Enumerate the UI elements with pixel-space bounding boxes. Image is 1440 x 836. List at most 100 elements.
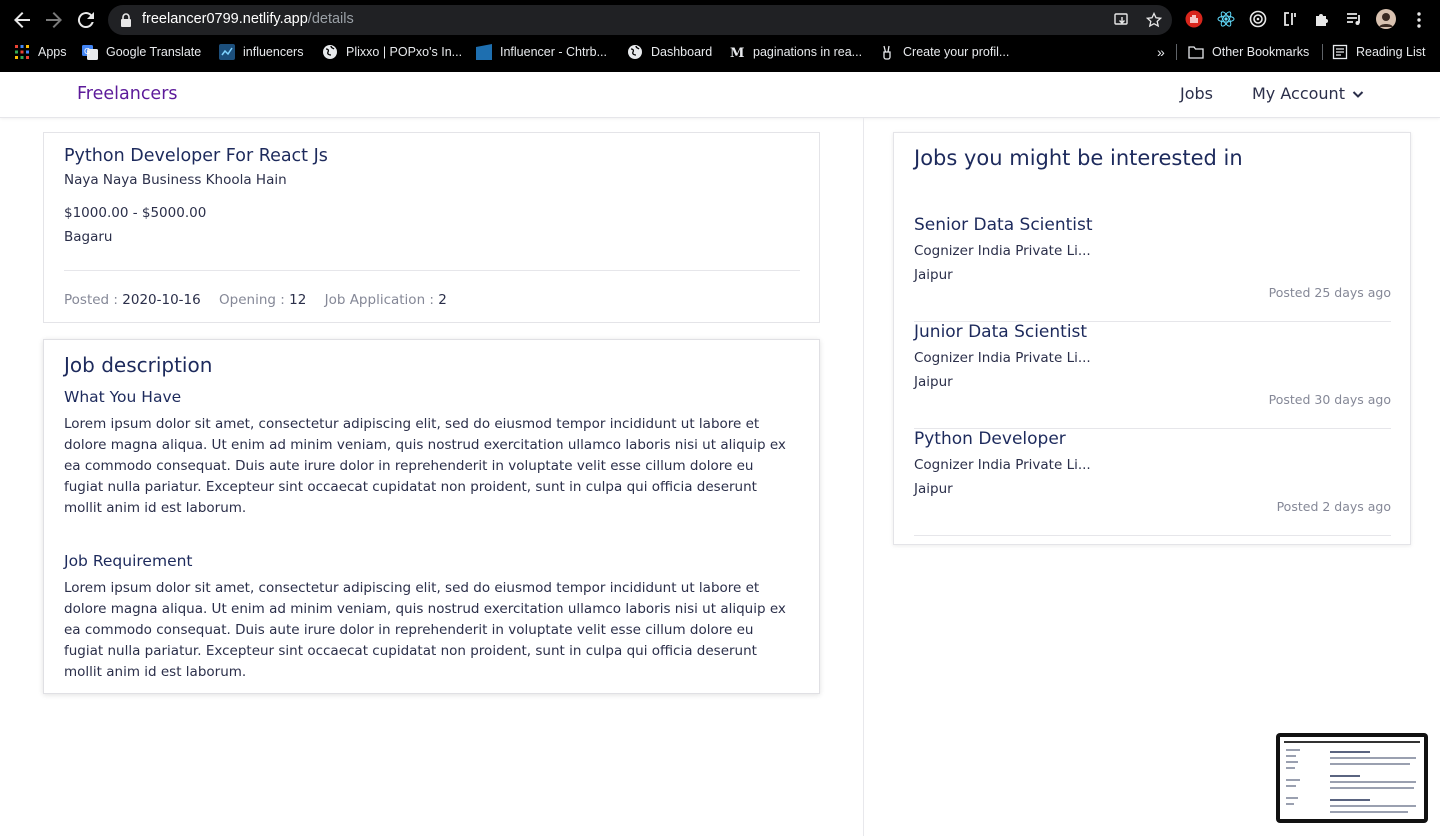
job-requirement-text: Lorem ipsum dolor sit amet, consectetur …: [64, 580, 786, 680]
recommended-job-location: Jaipur: [914, 481, 953, 497]
recommended-job-location: Jaipur: [914, 374, 953, 390]
recommended-job-company: Cognizer India Private Li...: [914, 243, 1091, 259]
bookmark-label: paginations in rea...: [753, 45, 863, 59]
recommended-job-company: Cognizer India Private Li...: [914, 457, 1091, 473]
job-meta: Posted : 2020-10-16 Opening : 12 Job App…: [64, 292, 447, 308]
extensions-puzzle-icon[interactable]: [1313, 10, 1331, 28]
target-extension-icon[interactable]: [1249, 10, 1267, 28]
bookmarks-overflow-button[interactable]: »: [1157, 43, 1165, 61]
react-devtools-icon[interactable]: [1217, 10, 1235, 28]
css-extension-icon[interactable]: [1281, 10, 1299, 28]
bookmark-paginations[interactable]: M paginations in rea...: [729, 43, 862, 61]
nav-jobs-link[interactable]: Jobs: [1180, 84, 1213, 103]
apps-grid-icon: [15, 45, 29, 59]
application-label: Job Application :: [324, 292, 434, 308]
bookmark-label: Apps: [38, 45, 67, 59]
app-navbar: Freelancers Jobs My Account: [0, 72, 1440, 118]
job-summary-card: Python Developer For React Js Naya Naya …: [43, 132, 820, 323]
other-bookmarks-folder[interactable]: Other Bookmarks: [1188, 43, 1309, 61]
column-divider: [863, 118, 864, 836]
job-title: Python Developer For React Js: [64, 146, 328, 166]
recommended-job-title[interactable]: Python Developer: [914, 429, 1066, 449]
url-path: /details: [307, 11, 354, 27]
bookmark-dashboard[interactable]: Dashboard: [627, 43, 712, 61]
address-bar-row: freelancer0799.netlify.app/details: [0, 0, 1440, 40]
my-account-label: My Account: [1252, 84, 1345, 103]
job-location: Bagaru: [64, 229, 113, 245]
job-company: Naya Naya Business Khoola Hain: [64, 172, 287, 188]
globe-icon: [628, 45, 642, 59]
medium-icon: M: [730, 46, 744, 60]
bookmark-label: Dashboard: [651, 45, 713, 59]
reload-icon[interactable]: [74, 8, 98, 32]
job-salary: $1000.00 - $5000.00: [64, 205, 207, 221]
opening-label: Opening :: [219, 292, 285, 308]
recommended-job-item[interactable]: Senior Data Scientist Cognizer India Pri…: [914, 215, 1391, 322]
chevron-down-icon: [1352, 90, 1364, 98]
forward-icon[interactable]: [42, 8, 66, 32]
bookmark-label: influencers: [243, 45, 304, 59]
google-translate-icon: G: [82, 45, 98, 60]
folder-icon: [1188, 46, 1204, 59]
recommended-job-title[interactable]: Junior Data Scientist: [914, 322, 1087, 342]
what-you-have-heading: What You Have: [64, 388, 182, 406]
svg-text:M: M: [730, 46, 744, 60]
divider: [64, 270, 800, 271]
globe-icon: [323, 45, 337, 59]
opening-count: 12: [289, 292, 307, 308]
browser-chrome: freelancer0799.netlify.app/details Apps …: [0, 0, 1440, 72]
browser-menu-icon[interactable]: [1410, 10, 1428, 30]
thumbnail-image: [1280, 737, 1424, 819]
back-icon[interactable]: [10, 8, 34, 32]
recommended-job-location: Jaipur: [914, 267, 953, 283]
bookmark-apps[interactable]: Apps: [14, 43, 67, 61]
application-count: 2: [438, 292, 447, 308]
bookmark-google-translate[interactable]: G Google Translate: [82, 43, 201, 61]
recommended-job-item[interactable]: Python Developer Cognizer India Private …: [914, 429, 1391, 536]
media-queue-icon[interactable]: [1345, 10, 1363, 28]
posted-date: 2020-10-16: [122, 292, 201, 308]
other-bookmarks-label: Other Bookmarks: [1212, 45, 1310, 59]
recommended-job-posted: Posted 2 days ago: [1276, 499, 1391, 514]
reading-list-button[interactable]: Reading List: [1332, 43, 1426, 61]
bookmark-plixxo[interactable]: Plixxo | POPxo's In...: [322, 43, 462, 61]
brand-logo-link[interactable]: Freelancers: [77, 84, 178, 104]
job-description-card: Job description What You Have Lorem ipsu…: [43, 339, 820, 694]
recommended-job-item[interactable]: Junior Data Scientist Cognizer India Pri…: [914, 322, 1391, 429]
job-description-heading: Job description: [64, 353, 213, 377]
install-app-icon[interactable]: [1114, 12, 1130, 28]
what-you-have-text: Lorem ipsum dolor sit amet, consectetur …: [64, 416, 786, 516]
bookmark-create-profile[interactable]: Create your profil...: [879, 43, 1009, 61]
reading-list-label: Reading List: [1356, 45, 1426, 59]
ublock-extension-icon[interactable]: [1185, 10, 1203, 28]
recommended-job-company: Cognizer India Private Li...: [914, 350, 1091, 366]
bookmark-label: Google Translate: [106, 45, 202, 59]
bookmark-label: Create your profil...: [903, 45, 1010, 59]
url-host: freelancer0799.netlify.app: [142, 11, 308, 27]
bookmark-influencers[interactable]: influencers: [219, 43, 303, 61]
reading-list-icon: [1332, 44, 1348, 60]
bookmark-chtrbox[interactable]: Influencer - Chtrb...: [476, 43, 607, 61]
influencers-icon: [219, 44, 235, 60]
profile-avatar-icon[interactable]: [1376, 9, 1396, 29]
bookmarks-separator: [1322, 44, 1323, 60]
bookmark-label: Plixxo | POPxo's In...: [346, 45, 463, 59]
bookmark-star-icon[interactable]: [1146, 12, 1162, 28]
address-bar[interactable]: freelancer0799.netlify.app/details: [108, 5, 1172, 35]
bookmarks-separator: [1176, 44, 1177, 60]
peace-hand-icon: [883, 45, 891, 60]
recommended-job-posted: Posted 25 days ago: [1268, 285, 1391, 300]
recommended-job-title[interactable]: Senior Data Scientist: [914, 215, 1093, 235]
svg-text:G: G: [84, 47, 90, 56]
posted-label: Posted :: [64, 292, 118, 308]
lock-icon: [121, 13, 131, 27]
url-text: freelancer0799.netlify.app/details: [142, 11, 354, 27]
screenshot-preview-thumbnail[interactable]: [1276, 733, 1428, 823]
recommended-job-posted: Posted 30 days ago: [1268, 392, 1391, 407]
my-account-dropdown[interactable]: My Account: [1252, 84, 1365, 103]
recommended-jobs-heading: Jobs you might be interested in: [914, 146, 1243, 170]
bookmark-label: Influencer - Chtrb...: [500, 45, 607, 59]
job-requirement-heading: Job Requirement: [64, 552, 193, 570]
recommended-jobs-card: Jobs you might be interested in Senior D…: [893, 132, 1411, 545]
chtrbox-icon: [476, 44, 492, 60]
